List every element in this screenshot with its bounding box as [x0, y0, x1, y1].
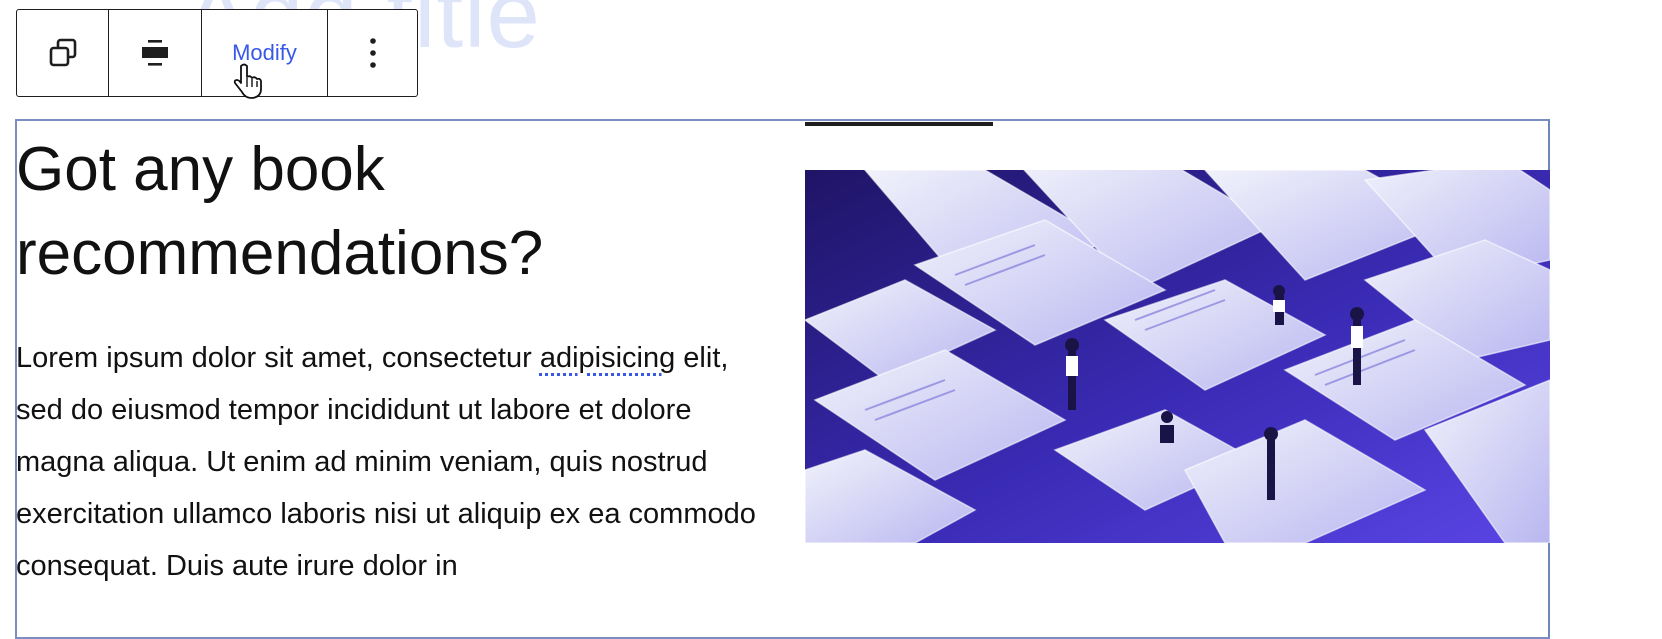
block-paragraph[interactable]: Lorem ipsum dolor sit amet, consectetur …: [16, 332, 776, 592]
more-options-button[interactable]: [328, 10, 417, 96]
isometric-illustration: [805, 170, 1550, 543]
duplicate-button[interactable]: [17, 10, 109, 96]
block-toolbar: Modify: [16, 9, 418, 97]
more-vertical-icon: [369, 38, 376, 68]
paragraph-text-end: elit, sed do eiusmod tempor incididunt u…: [16, 342, 756, 582]
align-button[interactable]: [109, 10, 202, 96]
block-indicator-bar: [805, 122, 993, 126]
paragraph-text-start: Lorem ipsum dolor sit amet, consectetur: [16, 342, 540, 374]
align-center-icon: [142, 40, 168, 66]
hand-pointer-cursor-icon: [233, 63, 262, 99]
modify-button[interactable]: Modify: [202, 10, 328, 96]
block-heading[interactable]: Got any book recommendations?: [16, 128, 756, 296]
spellcheck-flagged-word[interactable]: adipisicing: [540, 342, 675, 374]
block-image[interactable]: [805, 170, 1550, 543]
duplicate-icon: [49, 38, 76, 67]
